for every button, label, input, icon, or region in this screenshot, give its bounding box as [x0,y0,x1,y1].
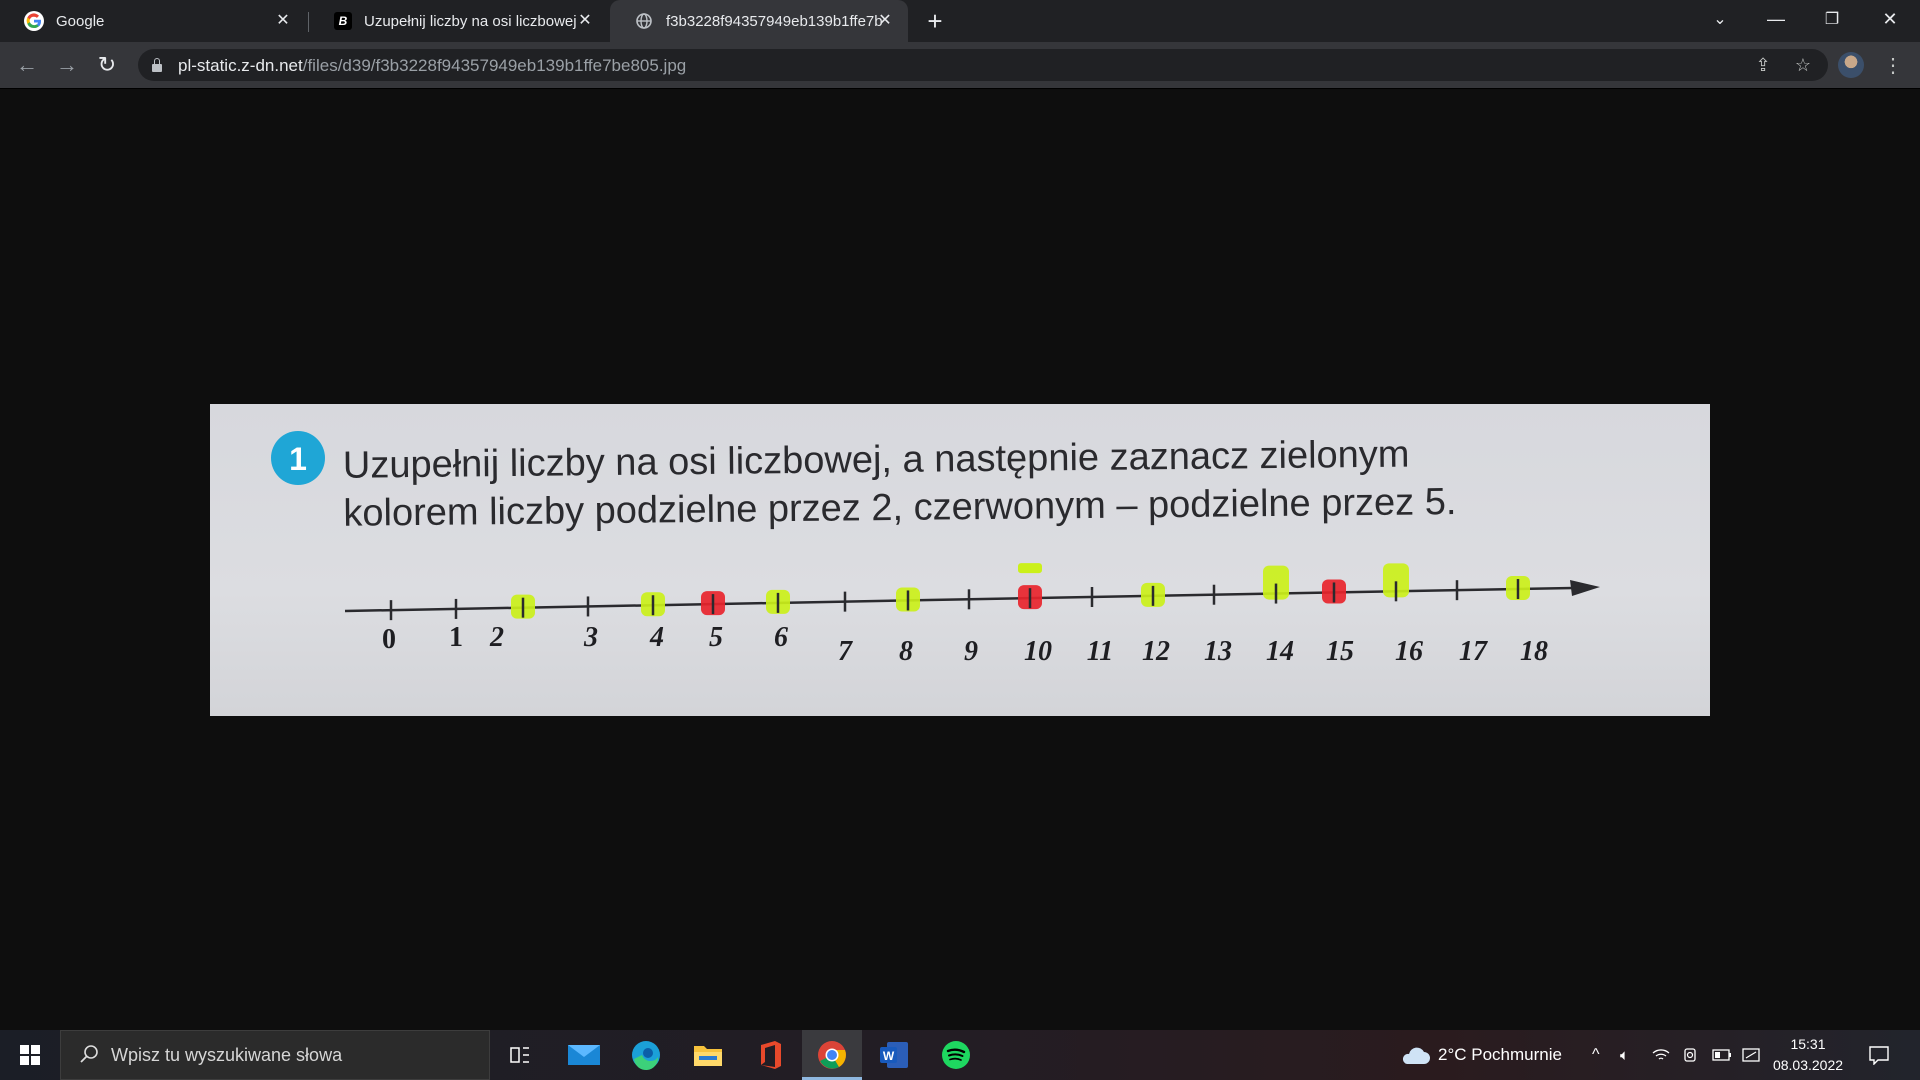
tab-search-icon[interactable]: ⌄ [1692,0,1748,38]
menu-dots-icon[interactable]: ⋮ [1878,50,1908,80]
reload-icon[interactable]: ↻ [92,50,122,80]
tab-title: f3b3228f94357949eb139b1ffe7be805.jpg [666,12,882,30]
tab-title: Google [56,12,105,30]
number-label-12: 12 [1142,636,1170,667]
close-window-button[interactable]: ✕ [1862,0,1918,38]
volume-icon[interactable]: 🔈︎ [1620,1030,1629,1080]
svg-text:W: W [883,1049,895,1063]
number-label-2: 2 [489,622,504,653]
weather-text: 2°C Pochmurnie [1438,1045,1562,1064]
clock-date: 08.03.2022 [1772,1057,1844,1073]
url-text: pl-static.z-dn.net/files/d39/f3b3228f943… [178,56,687,75]
green-dash-mark-10 [1018,563,1042,574]
chrome-icon[interactable] [802,1030,862,1080]
globe-icon [634,11,654,31]
number-label-13: 13 [1204,636,1232,667]
number-label-7: 7 [838,636,853,667]
tab-separator [308,12,309,32]
clock-time: 15:31 [1790,1036,1826,1052]
google-icon [24,11,44,31]
restore-button[interactable]: ❐ [1804,0,1860,38]
task-view-icon[interactable] [490,1030,550,1080]
clock[interactable]: 15:31 08.03.2022 [1758,1034,1858,1076]
office-icon[interactable] [740,1030,800,1080]
number-line-arrowhead [1570,580,1600,596]
word-icon[interactable]: W [864,1030,924,1080]
windows-start-icon[interactable] [10,1030,50,1080]
tab-google[interactable]: Google ✕ [0,0,306,42]
close-tab-icon[interactable]: ✕ [574,9,596,31]
number-label-16: 16 [1395,636,1423,667]
exercise-number: 1 [289,441,307,477]
close-tab-icon[interactable]: ✕ [272,9,294,31]
show-hidden-icons-icon[interactable]: ^ [1592,1030,1600,1080]
weather-widget[interactable]: 2°C Pochmurnie [1400,1030,1562,1080]
number-label-5: 5 [709,622,723,653]
worksheet-image: 1 Uzupełnij liczby na osi liczbowej, a n… [210,404,1710,716]
browser-toolbar: ← → ↻ pl-static.z-dn.net/files/d39/f3b32… [0,42,1920,89]
tab-title: Uzupełnij liczby na osi liczbowej [364,12,576,30]
notifications-icon[interactable] [1868,1030,1890,1080]
forward-arrow-icon[interactable]: → [52,50,82,80]
number-line: 0 1 2 3 4 5 6 7 8 9 10 11 12 13 14 15 16 17 18 [344,563,1600,667]
number-label-9: 9 [964,636,978,667]
number-label-4: 4 [649,622,664,653]
instruction-line-1: Uzupełnij liczby na osi liczbowej, a nas… [343,434,1410,487]
tab-brainly[interactable]: B Uzupełnij liczby na osi liczbowej ✕ [310,0,608,42]
edge-icon[interactable] [616,1030,676,1080]
number-label-1: 1 [449,622,463,653]
windows-taskbar: Wpisz tu wyszukiwane słowa W 2°C Pochmur… [0,1030,1920,1080]
tab-strip: Google ✕ B Uzupełnij liczby na osi liczb… [0,0,1920,42]
number-label-18: 18 [1520,636,1548,667]
taskbar-search-box[interactable]: Wpisz tu wyszukiwane słowa [60,1030,490,1080]
back-arrow-icon[interactable]: ← [12,50,42,80]
number-label-11: 11 [1087,636,1113,667]
worksheet-svg: 1 Uzupełnij liczby na osi liczbowej, a n… [271,431,1600,667]
number-label-6: 6 [774,622,788,653]
cloud-icon [1402,1047,1430,1064]
number-label-3: 3 [583,622,598,653]
search-icon [79,1044,99,1064]
number-label-0: 0 [382,624,396,655]
search-placeholder: Wpisz tu wyszukiwane słowa [111,1045,343,1065]
address-bar[interactable]: pl-static.z-dn.net/files/d39/f3b3228f943… [138,49,1828,81]
profile-avatar[interactable] [1838,52,1864,78]
number-label-17: 17 [1459,636,1488,667]
instruction-line-2: kolorem liczby podzielne przez 2, czerwo… [343,481,1456,535]
brainly-icon: B [334,12,352,30]
meet-now-icon[interactable] [1682,1030,1698,1080]
mail-icon[interactable] [554,1030,614,1080]
number-label-14: 14 [1266,636,1294,667]
lock-icon [152,57,162,72]
spotify-icon[interactable] [926,1030,986,1080]
bookmark-star-icon[interactable]: ☆ [1788,50,1818,80]
network-icon[interactable] [1652,1030,1670,1080]
file-explorer-icon[interactable] [678,1030,738,1080]
number-label-15: 15 [1326,636,1354,667]
battery-icon[interactable] [1712,1030,1732,1080]
number-label-10: 10 [1024,636,1052,667]
close-tab-icon[interactable]: ✕ [874,9,896,31]
minimize-button[interactable]: — [1748,0,1804,38]
tab-image[interactable]: f3b3228f94357949eb139b1ffe7be805.jpg ✕ [610,0,908,42]
number-label-8: 8 [899,636,913,667]
share-icon[interactable]: ⇪ [1748,50,1778,80]
new-tab-button[interactable]: + [920,6,950,36]
